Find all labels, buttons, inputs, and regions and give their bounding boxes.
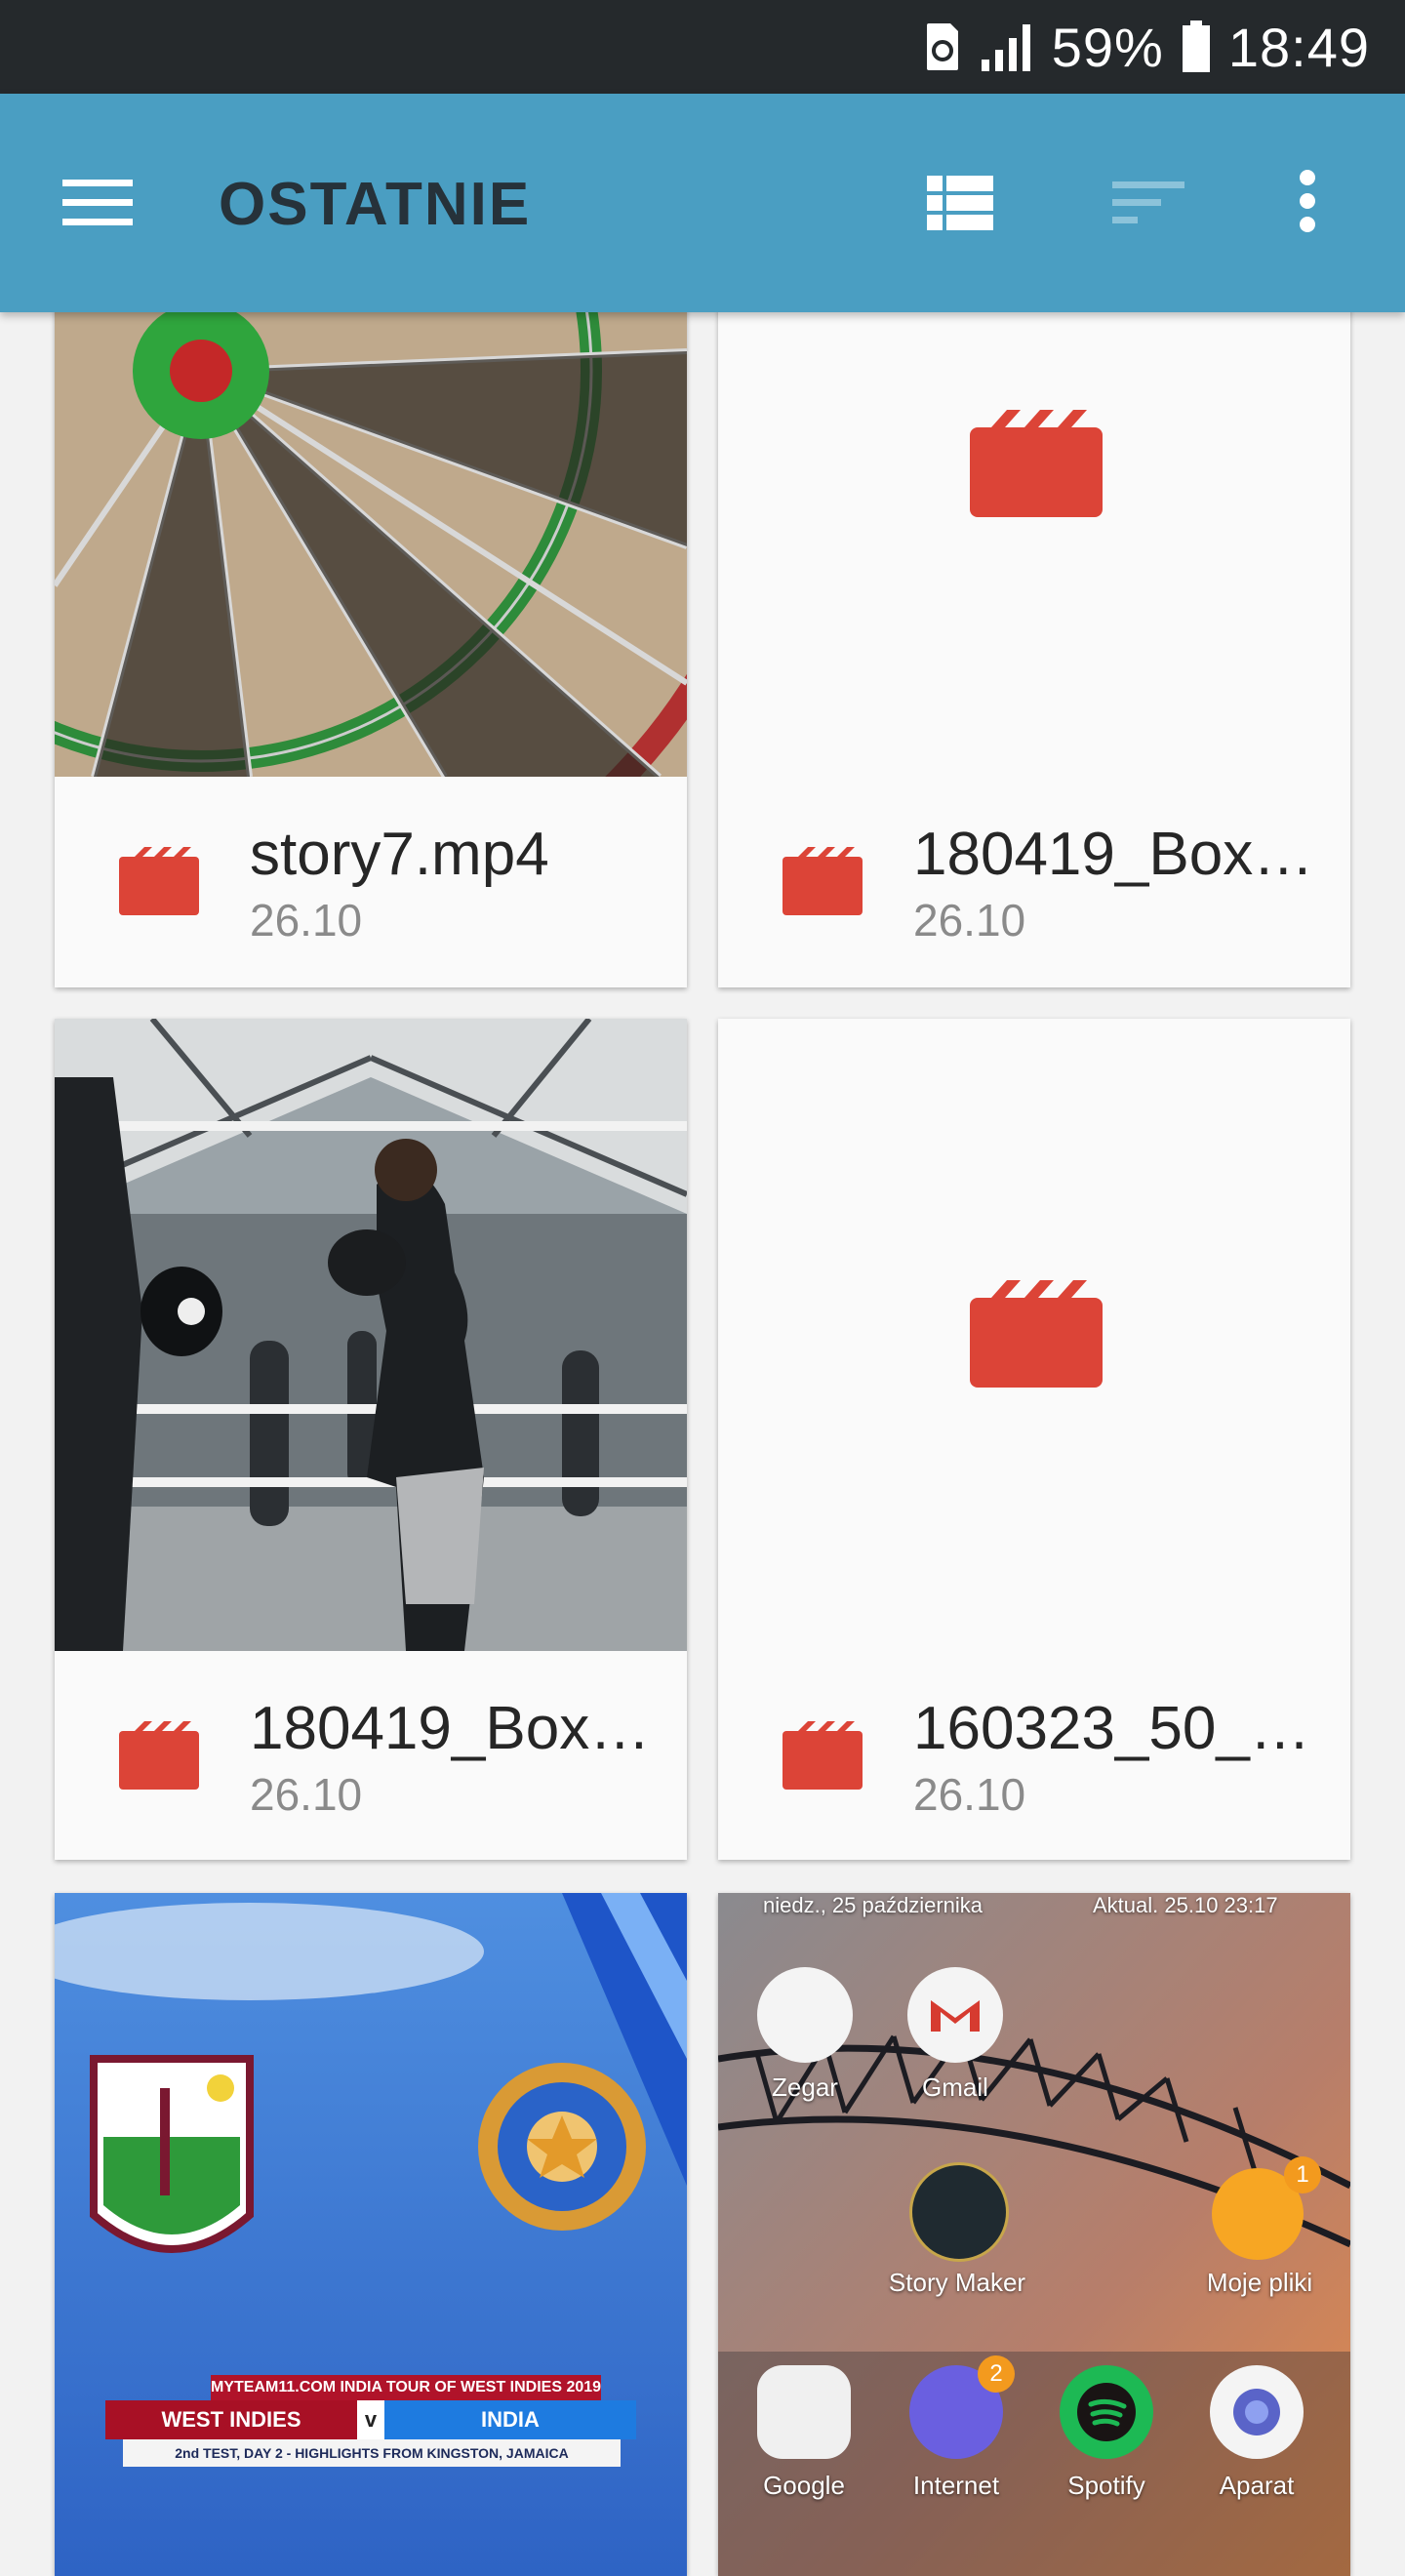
menu-button[interactable] [62,164,156,242]
gmail-app-icon [907,1967,1003,2063]
video-placeholder-icon [970,410,1103,517]
signal-icon [981,24,1030,71]
file-info: 180419_Box… 26.10 [718,777,1350,986]
file-thumbnail [55,1019,687,1651]
homescreen-date: niedz., 25 października [763,1893,984,1917]
app-bar: OSTATNIE [0,94,1405,312]
video-file-icon [783,1721,863,1790]
boxing-thumbnail-image [55,1019,687,1651]
more-options-button[interactable] [1288,164,1350,242]
menu-icon [62,180,133,225]
file-thumbnail [718,1019,1350,1651]
status-bar: 59% 18:49 [0,0,1405,94]
video-placeholder-icon [970,1280,1103,1388]
file-date: 26.10 [250,895,363,946]
video-file-icon [783,847,863,915]
camera-icon [1233,2389,1280,2435]
file-date: 26.10 [250,1769,363,1820]
file-card[interactable]: 180419_Box… 26.10 [55,1019,687,1860]
app-label: Internet [912,2471,1000,2500]
file-info: story7.mp4 26.10 [55,777,687,986]
cricket-thumbnail-image [55,1893,687,2576]
file-card[interactable]: story7.mp4 26.10 [55,293,687,987]
file-thumbnail: MYTEAM11.COM INDIA TOUR OF WEST INDIES 2… [55,1893,687,2576]
spotify-icon [1077,2383,1136,2441]
video-file-icon [119,1721,199,1790]
file-info: 160323_50_… 26.10 [718,1651,1350,1860]
battery-icon [1182,20,1210,72]
camera-app-icon [1210,2365,1304,2459]
page-title: OSTATNIE [219,171,532,238]
file-card[interactable]: 160323_50_… 26.10 [718,1019,1350,1860]
status-icons: 59% 18:49 [923,0,1370,94]
cricket-vs: v [357,2400,384,2439]
notification-badge: 1 [1284,2156,1321,2194]
app-label: Gmail [922,2073,988,2102]
app-label: Google [763,2471,845,2500]
clock: 18:49 [1227,16,1370,78]
story-maker-app-icon [909,2162,1009,2262]
clock-app-icon [757,1967,853,2063]
file-thumbnail [718,293,1350,777]
cricket-subtitle: 2nd TEST, DAY 2 - HIGHLIGHTS FROM KINGST… [123,2439,621,2467]
sort-icon [1112,181,1184,223]
app-label: Zegar [772,2073,838,2102]
file-name: 180419_Box… [913,821,1314,888]
file-card[interactable]: MYTEAM11.COM INDIA TOUR OF WEST INDIES 2… [55,1893,687,2576]
file-date: 26.10 [913,1769,1026,1820]
file-name: 180419_Box… [250,1695,651,1762]
file-card[interactable]: niedz., 25 października Aktual. 25.10 23… [718,1893,1350,2576]
sort-button[interactable] [1112,164,1200,242]
darts-thumbnail-image [55,293,687,777]
file-name: story7.mp4 [250,821,549,888]
battery-percent: 59% [1051,16,1164,78]
cricket-team-right: INDIA [384,2400,636,2439]
notification-badge: 2 [978,2355,1015,2393]
file-date: 26.10 [913,895,1026,946]
more-vert-icon [1300,170,1315,232]
storage-saver-icon [926,23,958,70]
file-thumbnail: niedz., 25 października Aktual. 25.10 23… [718,1893,1350,2576]
list-view-icon [927,176,993,230]
app-label: Moje pliki [1206,2268,1313,2297]
file-info: 180419_Box… 26.10 [55,1651,687,1860]
app-label: Spotify [1067,2471,1145,2500]
file-card[interactable]: 180419_Box… 26.10 [718,293,1350,987]
app-label: Aparat [1219,2471,1295,2500]
video-file-icon [119,847,199,915]
file-thumbnail [55,293,687,777]
homescreen-updated: Aktual. 25.10 23:17 [1093,1893,1278,1917]
gmail-icon [931,2000,980,2032]
app-label: Story Maker [888,2268,1026,2297]
file-name: 160323_50_… [913,1695,1310,1762]
spotify-app-icon [1060,2365,1153,2459]
google-folder-icon [757,2365,851,2459]
cricket-team-left: WEST INDIES [105,2400,357,2439]
list-view-button[interactable] [927,164,1015,242]
cricket-banner-top: MYTEAM11.COM INDIA TOUR OF WEST INDIES 2… [211,2375,601,2400]
